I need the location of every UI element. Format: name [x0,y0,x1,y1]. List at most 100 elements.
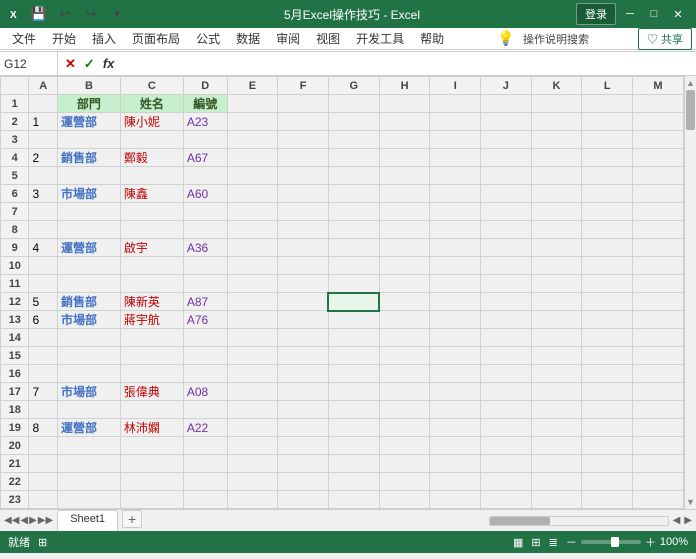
cell-A10[interactable] [29,257,57,275]
macro-icon[interactable]: ⊞ [38,536,47,549]
cell-C22[interactable] [120,473,183,491]
cell-G16[interactable] [328,365,379,383]
cell-A18[interactable] [29,401,57,419]
cell-A11[interactable] [29,275,57,293]
zoom-slider[interactable] [581,540,641,544]
cell-J10[interactable] [481,257,532,275]
cell-H10[interactable] [379,257,430,275]
cell-C3[interactable] [120,131,183,149]
row-header-10[interactable]: 10 [1,257,29,275]
cell-E16[interactable] [227,365,278,383]
row-header-4[interactable]: 4 [1,149,29,167]
cell-M3[interactable] [633,131,684,149]
scroll-down-btn[interactable]: ▼ [686,495,695,509]
cell-I18[interactable] [430,401,481,419]
row-header-7[interactable]: 7 [1,203,29,221]
cell-B23[interactable] [57,491,120,509]
cell-B16[interactable] [57,365,120,383]
cell-G10[interactable] [328,257,379,275]
cell-E21[interactable] [227,455,278,473]
cell-L17[interactable] [582,383,633,401]
cell-I19[interactable] [430,419,481,437]
cell-F21[interactable] [278,455,329,473]
cancel-formula-btn[interactable]: ✕ [62,56,79,72]
col-header-f[interactable]: F [278,77,329,95]
close-btn[interactable]: ✕ [668,4,688,24]
cell-L8[interactable] [582,221,633,239]
cell-D6[interactable]: A60 [183,185,227,203]
cell-H11[interactable] [379,275,430,293]
col-header-c[interactable]: C [120,77,183,95]
menu-developer[interactable]: 开发工具 [348,28,412,50]
cell-J22[interactable] [481,473,532,491]
cell-J13[interactable] [481,311,532,329]
cell-E6[interactable] [227,185,278,203]
cell-B11[interactable] [57,275,120,293]
cell-G18[interactable] [328,401,379,419]
cell-L20[interactable] [582,437,633,455]
cell-B20[interactable] [57,437,120,455]
cell-J5[interactable] [481,167,532,185]
cell-J4[interactable] [481,149,532,167]
cell-J15[interactable] [481,347,532,365]
cell-J16[interactable] [481,365,532,383]
cell-A4[interactable]: 2 [29,149,57,167]
cell-F5[interactable] [278,167,329,185]
redo-btn[interactable]: ↪ [80,3,102,25]
row-header-11[interactable]: 11 [1,275,29,293]
cell-I14[interactable] [430,329,481,347]
cell-K8[interactable] [531,221,582,239]
cell-M5[interactable] [633,167,684,185]
cell-I13[interactable] [430,311,481,329]
col-header-i[interactable]: I [430,77,481,95]
cell-I2[interactable] [430,113,481,131]
menu-formulas[interactable]: 公式 [188,28,228,50]
cell-A21[interactable] [29,455,57,473]
tab-nav-last[interactable]: ▶▶ [38,515,53,526]
cell-reference[interactable]: G12 [0,52,58,75]
row-header-12[interactable]: 12 [1,293,29,311]
cell-H13[interactable] [379,311,430,329]
cell-J20[interactable] [481,437,532,455]
cell-F10[interactable] [278,257,329,275]
cell-I23[interactable] [430,491,481,509]
col-header-g[interactable]: G [328,77,379,95]
cell-J9[interactable] [481,239,532,257]
row-header-20[interactable]: 20 [1,437,29,455]
row-header-19[interactable]: 19 [1,419,29,437]
cell-M13[interactable] [633,311,684,329]
cell-J11[interactable] [481,275,532,293]
cell-H7[interactable] [379,203,430,221]
cell-F1[interactable] [278,95,329,113]
cell-E15[interactable] [227,347,278,365]
cell-E17[interactable] [227,383,278,401]
cell-H18[interactable] [379,401,430,419]
view-layout-btn[interactable]: ⊞ [531,536,540,549]
cell-G17[interactable] [328,383,379,401]
cell-I15[interactable] [430,347,481,365]
cell-I20[interactable] [430,437,481,455]
login-button[interactable]: 登录 [576,3,616,25]
cell-B6[interactable]: 市場部 [57,185,120,203]
scroll-thumb[interactable] [686,90,695,130]
cell-D11[interactable] [183,275,227,293]
cell-F20[interactable] [278,437,329,455]
grid-scroll[interactable]: A B C D E F G H I J K L M 1部門姓名編號21運營部陳小… [0,76,684,509]
cell-M2[interactable] [633,113,684,131]
col-header-h[interactable]: H [379,77,430,95]
cell-H5[interactable] [379,167,430,185]
row-header-6[interactable]: 6 [1,185,29,203]
cell-A22[interactable] [29,473,57,491]
cell-L18[interactable] [582,401,633,419]
cell-D12[interactable]: A87 [183,293,227,311]
cell-M1[interactable] [633,95,684,113]
cell-M22[interactable] [633,473,684,491]
cell-C23[interactable] [120,491,183,509]
row-header-23[interactable]: 23 [1,491,29,509]
cell-K23[interactable] [531,491,582,509]
cell-A16[interactable] [29,365,57,383]
cell-B5[interactable] [57,167,120,185]
cell-B4[interactable]: 銷售部 [57,149,120,167]
menu-help[interactable]: 帮助 [412,28,452,50]
cell-G6[interactable] [328,185,379,203]
